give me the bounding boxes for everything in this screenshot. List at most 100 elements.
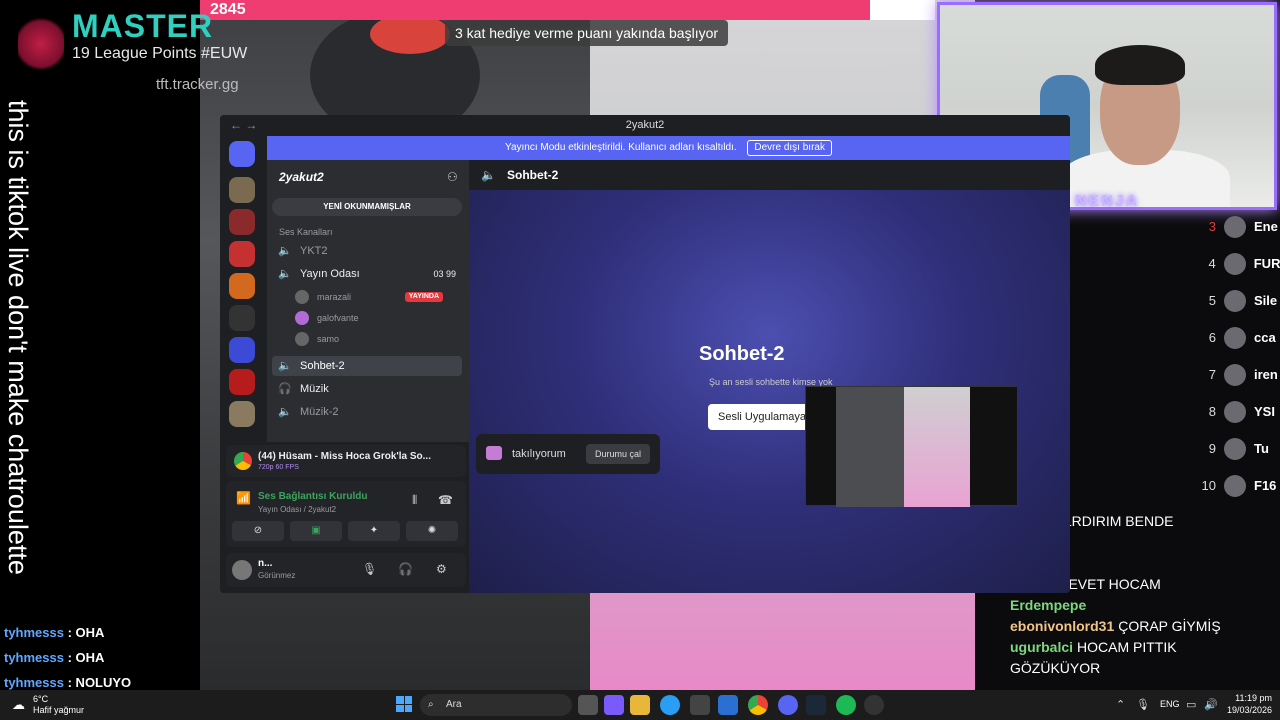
file-explorer-icon[interactable] [630,695,650,715]
user-status: Görünmez [258,571,296,580]
hair-shape [1095,45,1185,85]
user-limit-counter: 03 99 [433,269,456,279]
disable-streamer-mode-button[interactable]: Devre dışı bırak [747,140,832,156]
voice-user[interactable]: marazali YAYINDA [295,287,463,307]
camera-toggle-button[interactable]: ⊘ [232,521,284,541]
voice-channel-sohbet-2[interactable]: 🔈 Sohbet-2 [272,356,462,376]
rank-title: MASTER [72,8,214,44]
leaderboard-row: 4 FUR [1200,245,1280,282]
chat-username: ebonivonlord31 [1010,618,1115,634]
discord-home-icon[interactable] [229,141,255,167]
avatar [1224,215,1246,238]
screen-share-button[interactable]: ▣ [290,521,342,541]
chat-text: : NOLUYO [67,675,132,690]
server-icon[interactable] [229,337,255,363]
leaderboard-row: 9 Tu [1200,430,1280,467]
live-badge: YAYINDA [404,292,443,302]
voice-user[interactable]: galofvante [295,308,463,328]
guild-name[interactable]: 2yakut2 [279,170,324,184]
chrome-icon[interactable] [748,695,768,715]
chevron-up-icon[interactable]: ⌃ [1116,698,1125,711]
leaderboard-name: iren [1254,367,1278,382]
server-icon[interactable] [229,241,255,267]
app-icon[interactable] [604,695,624,715]
speaker-icon: 🔈 [278,245,292,257]
avatar [295,290,309,304]
tracker-label: tft.tracker.gg [156,76,239,93]
invite-people-icon[interactable]: ⚇ [447,170,458,184]
chat-username: ugurbalci [1010,639,1074,655]
gear-icon[interactable]: ⚙ [436,562,447,576]
rank-number: 7 [1208,367,1216,382]
cloud-icon[interactable]: ☁ [12,697,25,713]
streamer-mode-banner: Yayıncı Modu etkinleştirildi. Kullanıcı … [267,136,1070,160]
rank-number: 8 [1208,404,1216,419]
server-icon[interactable] [229,273,255,299]
mic-icon[interactable]: 🎙 [1136,698,1150,711]
server-icon[interactable] [229,401,255,427]
back-forward-arrows-icon[interactable]: ← → [230,115,257,135]
soundboard-button[interactable]: ✺ [406,521,458,541]
windows-start-icon[interactable] [396,696,412,712]
discord-icon[interactable] [778,695,798,715]
activities-button[interactable]: ✦ [348,521,400,541]
chat-text: EVET HOCAM [1068,576,1161,592]
picture-in-picture-stream[interactable] [805,386,1018,507]
avatar [1224,437,1246,460]
voice-user-name: samo [317,334,340,344]
leaderboard-name: Tu [1254,441,1269,456]
avatar [1223,252,1246,275]
chat-text: : OHA [67,625,105,640]
voice-channel-yayin-odasi[interactable]: 🔈 Yayın Odası 03 99 [272,264,462,284]
disconnect-icon[interactable]: ☎ [438,493,453,507]
server-icon[interactable] [229,369,255,395]
pip-video-right [904,387,970,507]
steam-icon[interactable] [806,695,826,715]
channel-header: 🔈 Sohbet-2 [469,160,1070,190]
server-icon[interactable] [229,209,255,235]
network-icon[interactable]: ▭ [1186,698,1196,711]
server-icon[interactable] [229,177,255,203]
window-titlebar[interactable]: ← → 2yakut2 [220,115,1070,135]
avatar[interactable] [232,560,252,580]
obs-icon[interactable] [864,695,884,715]
voice-channel-muzik[interactable]: 🎧 Müzik [272,379,462,399]
weather-desc[interactable]: Hafif yağmur [33,705,84,715]
voice-channel-title: Sohbet-2 [699,343,785,365]
taskbar-search[interactable]: ⌕ Ara [420,694,572,716]
mail-icon[interactable] [718,695,738,715]
channel-header-title: Sohbet-2 [507,168,559,182]
viewer-count: 2845 [210,1,246,18]
clock-date[interactable]: 19/03/2026 [1216,705,1272,715]
store-icon[interactable] [690,695,710,715]
voice-channel-ykt2[interactable]: 🔈 YKT2 [272,241,462,261]
edge-icon[interactable] [660,695,680,715]
voice-status[interactable]: Ses Bağlantısı Kuruldu [258,491,367,502]
chat-feed-left: tyhmesss : OHA tyhmesss : OHA tyhmesss :… [4,620,199,695]
headphones-icon: 🎧 [278,383,292,395]
rank-number: 6 [1208,330,1216,345]
voice-channel-path: Yayın Odası / 2yakut2 [258,505,337,514]
voice-channel-muzik-2[interactable]: 🔈 Müzik-2 [272,402,462,422]
progress-bar-end [870,0,935,20]
voice-user[interactable]: samo [295,329,463,349]
input-language[interactable]: ENG [1160,699,1180,709]
rank-badge-icon [18,14,64,74]
signal-icon[interactable]: 📶 [236,491,251,505]
noise-suppression-icon[interactable]: ⦀ [412,493,417,508]
set-status-button[interactable]: Durumu çal [586,444,650,464]
headphones-icon[interactable]: 🎧 [398,562,413,576]
spotify-icon[interactable] [836,695,856,715]
channel-name: Sohbet-2 [300,360,345,372]
mic-icon[interactable]: 🎙 [362,562,377,576]
user-panel: n... Görünmez 🎙 🎧 ⚙ [226,553,466,587]
channel-category[interactable]: Ses Kanalları [279,227,333,237]
server-icon[interactable] [229,305,255,331]
speaker-icon: 🔈 [278,360,292,372]
weather-temp[interactable]: 6°C [33,694,48,704]
clock-time[interactable]: 11:19 pm [1226,693,1272,703]
stream-preview-bar[interactable]: (44) Hüsam - Miss Hoca Grok'la So... 720… [226,445,466,477]
new-unreads-pill[interactable]: YENİ OKUNMAMIŞLAR [272,198,462,216]
join-voice-button[interactable]: Sesli Uygulamaya K [708,404,818,430]
task-view-icon[interactable] [578,695,598,715]
